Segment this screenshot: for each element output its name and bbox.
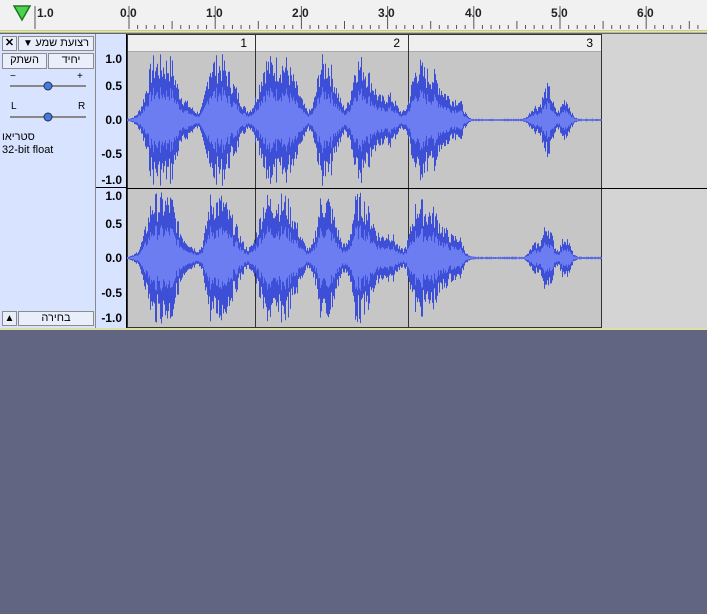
amplitude-label: 1.0: [105, 52, 122, 66]
channel-divider: [96, 187, 127, 188]
gain-minus-label: −: [10, 71, 16, 82]
pan-right-label: R: [78, 101, 86, 112]
track-name: רצועת שמע: [35, 37, 89, 49]
ruler-separator: [0, 30, 707, 33]
track-control-panel[interactable]: ✕ רצועת שמע ▼ השתק יחיד − + L R סטריאו 3…: [0, 34, 96, 328]
amplitude-label: 1.0: [105, 189, 122, 203]
amplitude-label: 0.5: [105, 217, 122, 231]
waveform-rms: [127, 225, 602, 291]
gain-plus-label: +: [77, 71, 83, 82]
amplitude-label: 0.0: [105, 113, 122, 127]
pan-left-label: L: [11, 101, 17, 112]
select-track-button[interactable]: בחירה: [18, 311, 94, 326]
close-icon: ✕: [4, 37, 15, 49]
collapse-track-button[interactable]: ▲: [2, 311, 17, 326]
mute-button[interactable]: השתק: [2, 53, 47, 69]
amplitude-ruler[interactable]: 1.0 0.5 0.0 -0.5 -1.0 1.0 0.5 0.0 -0.5 -…: [96, 34, 127, 328]
solo-button[interactable]: יחיד: [48, 53, 94, 69]
amplitude-label: -1.0: [101, 173, 122, 187]
ruler-ticks: [34, 6, 699, 29]
collapse-icon: ▲: [4, 313, 15, 324]
gain-slider-thumb[interactable]: [43, 80, 53, 92]
timeline-ruler[interactable]: 1.0 0.0 1.0 2.0 3.0 4.0 5.0 6.0: [0, 0, 707, 31]
waveform: [127, 54, 602, 324]
pan-slider-thumb[interactable]: [43, 111, 53, 123]
amplitude-label: -0.5: [101, 286, 122, 300]
empty-project-area[interactable]: [0, 328, 707, 614]
close-track-button[interactable]: ✕: [2, 36, 17, 51]
amplitude-label: -0.5: [101, 147, 122, 161]
amplitude-label: 0.5: [105, 79, 122, 93]
track-channels-info: סטריאו: [2, 131, 35, 143]
track-format-info: 32-bit float: [2, 144, 54, 156]
chevron-down-icon: ▼: [23, 38, 33, 49]
amplitude-label: 0.0: [105, 251, 122, 265]
track-name-menu[interactable]: רצועת שמע ▼: [18, 36, 94, 51]
amplitude-label: -1.0: [101, 311, 122, 325]
